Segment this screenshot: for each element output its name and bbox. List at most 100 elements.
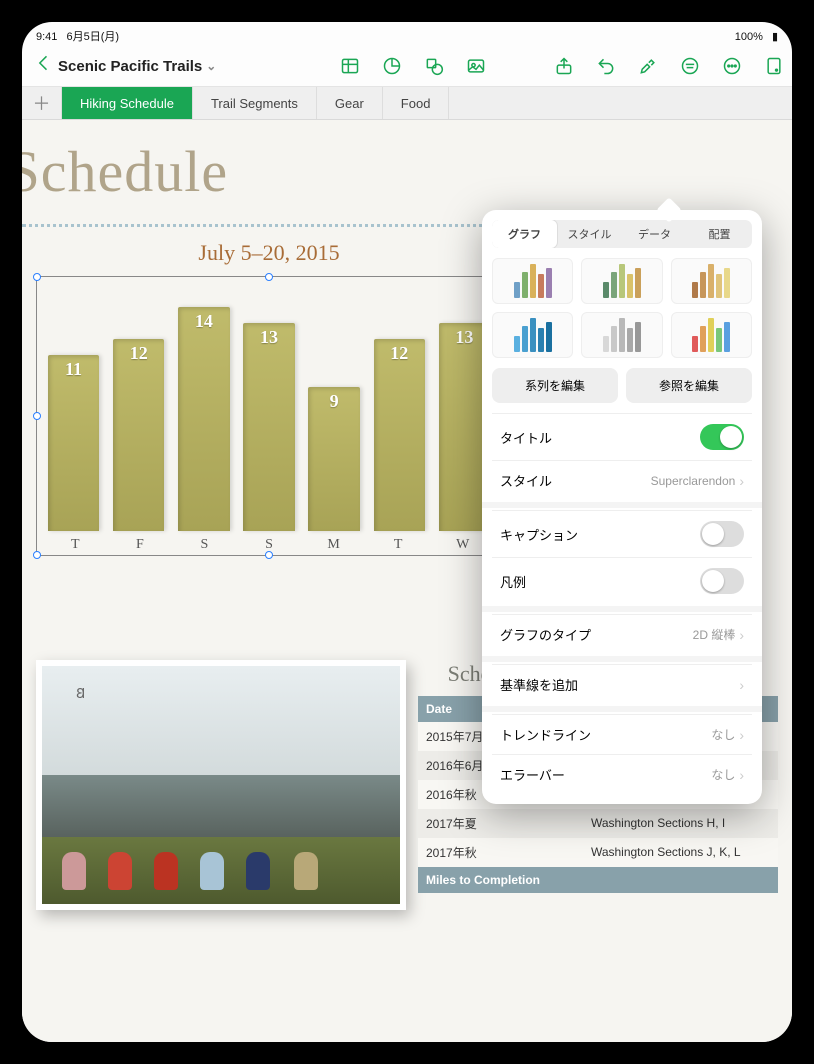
style-row[interactable]: スタイル Superclarendon› bbox=[492, 460, 752, 500]
insert-table-button[interactable] bbox=[340, 56, 360, 76]
resize-handle[interactable] bbox=[265, 551, 273, 559]
canvas[interactable]: g Schedule July 5–20, 2015 1112141391213… bbox=[22, 120, 792, 1042]
resize-handle[interactable] bbox=[33, 551, 41, 559]
title-toggle-row[interactable]: タイトル bbox=[492, 413, 752, 460]
errorbar-label: エラーバー bbox=[500, 765, 565, 784]
photo-person bbox=[62, 852, 86, 890]
popover-tab-data[interactable]: データ bbox=[622, 220, 687, 248]
share-button[interactable] bbox=[554, 56, 574, 76]
bird-icon: 𐐒 bbox=[76, 684, 85, 703]
chevron-right-icon: › bbox=[739, 473, 744, 489]
page-title: g Schedule bbox=[22, 138, 228, 205]
sheet-tab-hiking[interactable]: Hiking Schedule bbox=[62, 87, 193, 119]
caption-toggle[interactable] bbox=[700, 521, 744, 547]
undo-button[interactable] bbox=[596, 56, 616, 76]
popover-tab-style[interactable]: スタイル bbox=[557, 220, 622, 248]
photo-person bbox=[108, 852, 132, 890]
chevron-right-icon: › bbox=[739, 677, 744, 693]
errorbar-row[interactable]: エラーバー なし› bbox=[492, 754, 752, 794]
photo-person bbox=[246, 852, 270, 890]
photo-sea bbox=[42, 775, 400, 837]
axis-label: F bbox=[108, 537, 173, 553]
chevron-right-icon: › bbox=[739, 767, 744, 783]
chevron-down-icon: ⌄ bbox=[206, 59, 216, 73]
photo-person bbox=[200, 852, 224, 890]
chart-bar: 9 bbox=[308, 387, 359, 531]
resize-handle[interactable] bbox=[33, 412, 41, 420]
photo-sky: 𐐒 bbox=[42, 666, 400, 775]
resize-handle[interactable] bbox=[265, 273, 273, 281]
chart-bar: 12 bbox=[374, 339, 425, 531]
axis-label: T bbox=[366, 537, 431, 553]
chart-object[interactable]: July 5–20, 2015 1112141391213 TFSSMTW bbox=[36, 240, 502, 556]
document-settings-button[interactable] bbox=[764, 56, 784, 76]
reference-line-row[interactable]: 基準線を追加 › bbox=[492, 664, 752, 704]
photo-grass bbox=[42, 837, 400, 904]
back-button[interactable] bbox=[30, 53, 58, 79]
bar-value: 11 bbox=[48, 359, 99, 380]
document-title-text: Scenic Pacific Trails bbox=[58, 58, 202, 75]
bar-value: 13 bbox=[243, 327, 294, 348]
chart-type-row[interactable]: グラフのタイプ 2D 縦棒› bbox=[492, 614, 752, 654]
divider bbox=[22, 224, 502, 227]
trendline-value: なし bbox=[711, 726, 735, 743]
chart-style-thumbnail[interactable] bbox=[671, 258, 752, 304]
status-date: 6月5日(月) bbox=[66, 31, 119, 43]
chevron-right-icon: › bbox=[739, 627, 744, 643]
document-title[interactable]: Scenic Pacific Trails ⌄ bbox=[58, 58, 216, 75]
format-brush-button[interactable] bbox=[638, 56, 658, 76]
toolbar: Scenic Pacific Trails ⌄ bbox=[22, 46, 792, 86]
axis-label: T bbox=[43, 537, 108, 553]
cell-date: 2017年夏 bbox=[418, 809, 583, 838]
edit-reference-button[interactable]: 参照を編集 bbox=[626, 368, 752, 403]
chart-selection[interactable]: 1112141391213 TFSSMTW bbox=[36, 276, 502, 556]
chart-style-thumbnail[interactable] bbox=[581, 258, 662, 304]
table-row[interactable]: 2017年夏Washington Sections H, I bbox=[418, 809, 778, 838]
cell-date: 2017年秋 bbox=[418, 838, 583, 867]
legend-toggle-row[interactable]: 凡例 bbox=[492, 557, 752, 604]
chart-style-thumbnail[interactable] bbox=[671, 312, 752, 358]
table-row[interactable]: 2017年秋Washington Sections J, K, L bbox=[418, 838, 778, 867]
popover-tab-arrange[interactable]: 配置 bbox=[687, 220, 752, 248]
chart-bar: 12 bbox=[113, 339, 164, 531]
bar-value: 14 bbox=[178, 311, 229, 332]
cell-segment: Washington Sections H, I bbox=[583, 809, 778, 838]
reference-line-label: 基準線を追加 bbox=[500, 675, 578, 694]
add-sheet-button[interactable]: ＋ bbox=[22, 87, 62, 119]
chart-type-label: グラフのタイプ bbox=[500, 625, 591, 644]
legend-toggle[interactable] bbox=[700, 568, 744, 594]
view-options-button[interactable] bbox=[680, 56, 700, 76]
photo-object[interactable]: 𐐒 bbox=[36, 660, 406, 910]
axis-label: M bbox=[301, 537, 366, 553]
sheet-tab-gear[interactable]: Gear bbox=[317, 87, 383, 119]
errorbar-value: なし bbox=[711, 766, 735, 783]
chart-style-thumbnail[interactable] bbox=[581, 312, 662, 358]
axis-label: S bbox=[172, 537, 237, 553]
legend-label: 凡例 bbox=[500, 572, 526, 591]
battery-icon: ▮ bbox=[772, 31, 778, 43]
insert-media-button[interactable] bbox=[466, 56, 486, 76]
chart-title: July 5–20, 2015 bbox=[36, 240, 502, 266]
resize-handle[interactable] bbox=[33, 273, 41, 281]
more-button[interactable] bbox=[722, 56, 742, 76]
insert-chart-button[interactable] bbox=[382, 56, 402, 76]
sheet-tab-segments[interactable]: Trail Segments bbox=[193, 87, 317, 119]
edit-series-button[interactable]: 系列を編集 bbox=[492, 368, 618, 403]
title-label: タイトル bbox=[500, 428, 552, 447]
trendline-row[interactable]: トレンドライン なし› bbox=[492, 714, 752, 754]
chart-style-thumbnail[interactable] bbox=[492, 258, 573, 304]
title-toggle[interactable] bbox=[700, 424, 744, 450]
chevron-left-icon bbox=[34, 53, 54, 73]
insert-shape-button[interactable] bbox=[424, 56, 444, 76]
chevron-right-icon: › bbox=[739, 727, 744, 743]
sheet-tab-food[interactable]: Food bbox=[383, 87, 450, 119]
caption-toggle-row[interactable]: キャプション bbox=[492, 510, 752, 557]
trendline-label: トレンドライン bbox=[500, 725, 591, 744]
style-label: スタイル bbox=[500, 471, 552, 490]
sheet-tabs: ＋ Hiking Schedule Trail Segments Gear Fo… bbox=[22, 86, 792, 120]
popover-tab-chart[interactable]: グラフ bbox=[492, 220, 557, 248]
chart-style-thumbnail[interactable] bbox=[492, 312, 573, 358]
caption-label: キャプション bbox=[500, 525, 578, 544]
table-footer: Miles to Completion bbox=[418, 867, 778, 893]
chart-bars: 1112141391213 bbox=[43, 281, 495, 531]
